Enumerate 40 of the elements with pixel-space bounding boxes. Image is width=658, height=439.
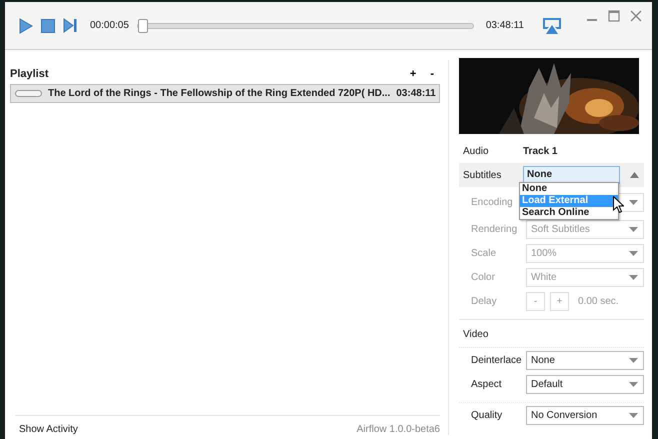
remove-button[interactable]: - (428, 68, 436, 80)
playlist-item[interactable]: The Lord of the Rings - The Fellowship of the Ring Extended 720P( HD... 03:48:11 (10, 84, 440, 103)
caret-icon (629, 382, 638, 386)
elapsed-time: 00:00:05 (90, 20, 129, 31)
setting-label: Delay (470, 296, 498, 306)
maximize-icon[interactable] (608, 10, 620, 22)
add-button[interactable]: + (408, 68, 418, 80)
caret-icon (629, 226, 638, 232)
setting-select[interactable]: None (526, 350, 644, 370)
caret-icon[interactable] (630, 172, 639, 178)
next-icon[interactable] (63, 18, 78, 33)
audio-label: Audio (462, 146, 490, 157)
subtitles-label: Subtitles (462, 170, 502, 180)
setting-label: Scale (470, 248, 498, 258)
caret-icon (629, 358, 638, 362)
total-time: 03:48:11 (486, 20, 524, 31)
setting-label: Quality (470, 410, 504, 420)
delay-value: 0.00 sec. (578, 296, 619, 306)
setting-label: Rendering (470, 224, 518, 234)
play-icon[interactable] (19, 18, 33, 34)
seek-thumb[interactable] (138, 18, 148, 32)
setting-label: Aspect (470, 378, 503, 390)
version-label: Airflow 1.0.0-beta6 (356, 424, 440, 435)
setting-select[interactable]: Default (526, 374, 644, 394)
cast-icon[interactable] (542, 16, 562, 34)
close-icon[interactable] (630, 10, 642, 22)
audio-track-value[interactable]: Track 1 (523, 146, 558, 157)
setting-label: Deinterlace (470, 354, 523, 366)
caret-icon (629, 274, 638, 280)
show-activity-link[interactable]: Show Activity (19, 424, 78, 435)
setting-label: Color (470, 272, 496, 282)
item-progress-bar (15, 90, 42, 97)
subtitles-option[interactable]: None (520, 183, 618, 195)
caret-icon (629, 200, 638, 204)
video-label: Video (459, 319, 644, 348)
playlist-title: Playlist (10, 68, 50, 80)
caret-icon (629, 250, 638, 256)
setting-select[interactable]: No Conversion (526, 406, 644, 424)
stop-icon[interactable] (41, 18, 55, 32)
caret-icon (629, 412, 638, 418)
